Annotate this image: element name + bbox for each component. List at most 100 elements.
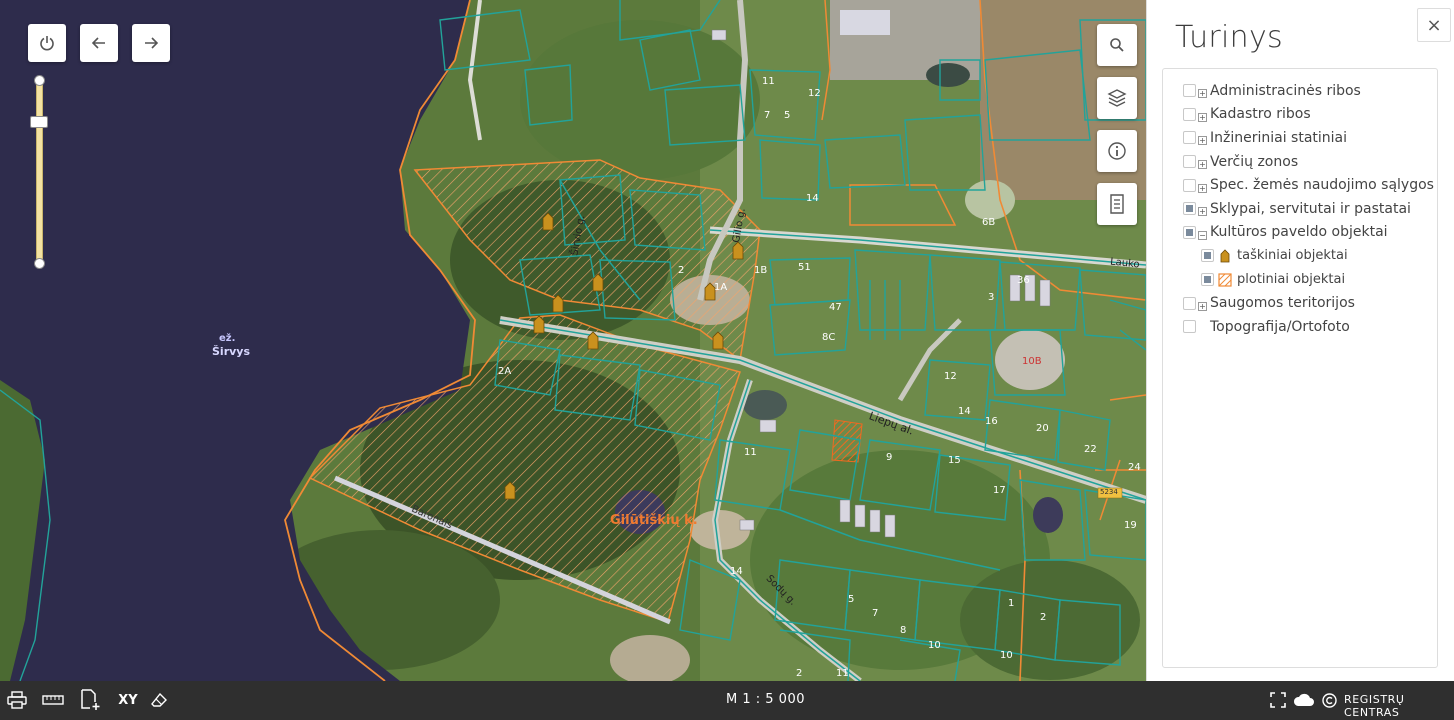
zoom-slider-track[interactable] [36,82,43,264]
layer-label[interactable]: Inžineriniai statiniai [1210,130,1347,146]
layer-label[interactable]: Verčių zonos [1210,154,1298,170]
expand-icon[interactable]: + [1198,112,1207,122]
layer-checkbox[interactable] [1201,249,1214,263]
layer-row-kadastro[interactable]: + Kadastro ribos [1163,103,1437,127]
brand-label: REGISTRŲ CENTRAS [1344,693,1405,719]
layer-label[interactable]: Spec. žemės naudojimo sąlygos [1210,177,1434,193]
layer-row-administracines[interactable]: + Administracinės ribos [1163,79,1437,103]
parcel-number: 8 [900,625,907,636]
document-icon [1110,194,1124,214]
parcel-number: 20 [1036,423,1049,434]
layer-checkbox[interactable] [1183,84,1196,98]
parcel-number: 14 [730,566,743,577]
layer-checkbox[interactable] [1183,155,1196,169]
expand-icon[interactable]: + [1198,207,1207,217]
expand-icon[interactable]: + [1198,183,1207,193]
lake-label-prefix: ež. [219,333,236,344]
fullscreen-button[interactable] [1269,689,1287,711]
layer-label[interactable]: plotiniai objektai [1237,272,1345,287]
cloud-icon [1293,693,1314,706]
layer-row-saugomos[interactable]: + Saugomos teritorijos [1163,291,1437,315]
forward-button[interactable] [132,24,170,62]
parcel-number: 12 [944,371,957,382]
parcel-number: 36 [1017,275,1030,286]
parcel-number: 10 [928,640,941,651]
zoom-in-end[interactable] [34,75,45,86]
layer-checkbox[interactable] [1183,107,1196,121]
layer-row-kulturos-paveldo[interactable]: − Kultūros paveldo objektai [1163,221,1437,245]
search-icon [1110,38,1124,52]
layer-label[interactable]: Kadastro ribos [1210,106,1311,122]
zoom-out-end[interactable] [34,258,45,269]
parcel-number: 22 [1084,444,1097,455]
parcel-number: 5 [784,110,791,121]
parcel-number: 2A [498,366,512,377]
layer-row-plotiniai[interactable]: plotiniai objektai [1163,268,1437,292]
layer-label[interactable]: Kultūros paveldo objektai [1210,224,1388,240]
collapse-icon[interactable]: − [1198,230,1207,240]
layer-label[interactable]: Saugomos teritorijos [1210,295,1355,311]
parcel-number: 11 [744,447,757,458]
parcel-number: 2 [796,668,803,679]
expand-icon[interactable]: + [1198,160,1207,170]
clear-button[interactable] [150,689,168,711]
layer-checkbox[interactable] [1183,225,1196,239]
coordinates-button[interactable]: XY [117,689,139,711]
parcel-number: 10 [1000,650,1013,661]
expand-icon[interactable]: + [1198,136,1207,146]
contents-panel: Turinys × + Administracinės ribos + Kada… [1146,0,1454,681]
expand-icon[interactable]: + [1198,301,1207,311]
parcel-number: 16 [985,416,998,427]
layer-checkbox[interactable] [1183,131,1196,145]
ruler-icon [42,695,64,705]
parcel-number: 17 [993,485,1006,496]
layer-row-taskiniai[interactable]: taškiniai objektai [1163,244,1437,268]
parcel-number: 1A [714,282,728,293]
close-panel-button[interactable]: × [1417,8,1451,42]
parcel-number: 9 [886,452,893,463]
power-button[interactable] [28,24,66,62]
layer-row-inzineriniai[interactable]: + Inžineriniai statiniai [1163,126,1437,150]
parcel-number: 8C [822,332,836,343]
layer-checkbox[interactable] [1183,178,1196,192]
layer-checkbox[interactable] [1183,202,1196,216]
parcel-number: 6B [982,217,996,228]
layer-row-spec-zemes[interactable]: + Spec. žemės naudojimo sąlygos [1163,173,1437,197]
search-button[interactable] [1097,24,1137,66]
legend-button[interactable] [1097,183,1137,225]
parcel-number: 7 [872,608,879,619]
add-file-icon [81,689,100,710]
map-view[interactable]: ež. Širvys Gilūtiškių k. Baronais Liepų … [0,0,1146,681]
power-icon [40,36,54,51]
parcel-number: 12 [808,88,821,99]
layer-checkbox[interactable] [1183,320,1196,334]
cloud-button[interactable] [1293,689,1315,711]
info-button[interactable] [1097,130,1137,172]
layer-label[interactable]: Topografija/Ortofoto [1210,319,1350,335]
back-button[interactable] [80,24,118,62]
road-number: 5234 [1100,488,1118,496]
parcel-number: 7 [764,110,771,121]
parcel-number: 2 [678,265,685,276]
layers-icon [1107,89,1127,107]
expand-icon[interactable]: + [1198,89,1207,99]
print-button[interactable] [6,689,28,711]
bottom-toolbar: XY M 1 : 5 000 REGISTRŲ CENTRAS [0,681,1454,720]
copyright-button[interactable] [1321,689,1337,711]
layer-row-verciu-zonos[interactable]: + Verčių zonos [1163,150,1437,174]
zoom-slider-handle[interactable] [30,116,48,128]
layer-checkbox[interactable] [1183,296,1196,310]
parcel-number: 5 [848,594,855,605]
panel-title: Turinys [1175,20,1283,55]
layer-label[interactable]: Sklypai, servitutai ir pastatai [1210,201,1411,217]
add-document-button[interactable] [79,689,101,711]
layer-row-sklypai[interactable]: + Sklypai, servitutai ir pastatai [1163,197,1437,221]
measure-button[interactable] [41,689,65,711]
orthophoto-map[interactable] [0,0,1146,681]
layer-label[interactable]: taškiniai objektai [1237,248,1348,263]
parcel-number: 14 [806,193,819,204]
layer-checkbox[interactable] [1201,273,1214,287]
layer-label[interactable]: Administracinės ribos [1210,83,1361,99]
layer-row-topografija[interactable]: Topografija/Ortofoto [1163,315,1437,339]
layers-button[interactable] [1097,77,1137,119]
